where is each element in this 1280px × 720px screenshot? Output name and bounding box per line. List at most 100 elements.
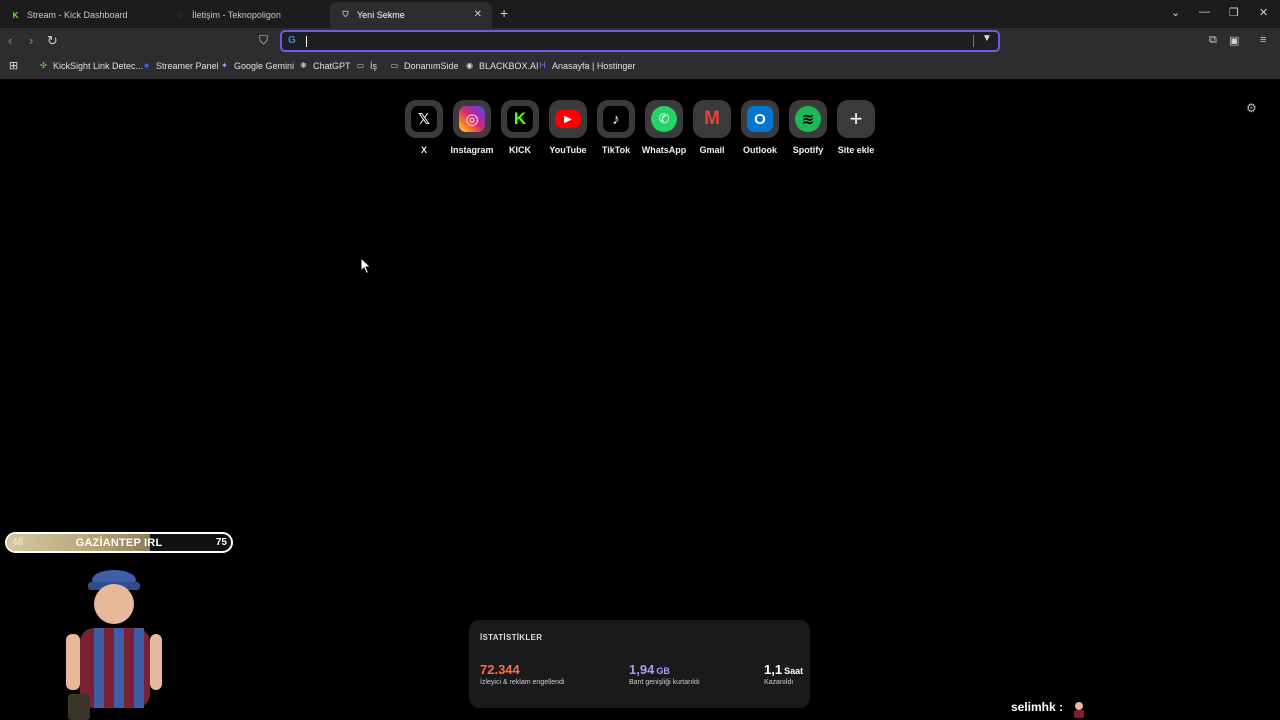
loading-icon: ◌ bbox=[178, 10, 183, 20]
tab-strip: K Stream - Kick Dashboard ◌ İletişim - T… bbox=[0, 0, 1280, 28]
back-icon[interactable]: ‹ bbox=[8, 33, 12, 48]
gear-icon[interactable]: ⚙ bbox=[1246, 101, 1257, 115]
stat-desc: Kazanıldı bbox=[764, 679, 794, 686]
bookmark-google-gemini[interactable]: ✦ Google Gemini bbox=[219, 60, 294, 71]
hostinger-icon: H bbox=[539, 61, 546, 70]
tab-title: Yeni Sekme bbox=[357, 10, 405, 20]
stat-blocked: 72.344 İzleyici & reklam engellendi bbox=[480, 662, 564, 686]
bookmark-folder-is[interactable]: ▭ İş bbox=[355, 60, 377, 71]
shortcut-label: Gmail bbox=[699, 145, 725, 155]
bookmark-hostinger[interactable]: H Anasayfa | Hostinger bbox=[537, 60, 636, 71]
stats-heading: İSTATİSTİKLER bbox=[480, 633, 543, 642]
window-close-icon[interactable]: ✕ bbox=[1259, 6, 1268, 19]
tab-teknopoligon[interactable]: ◌ İletişim - Teknopoligon bbox=[165, 2, 330, 28]
bookmark-kicksight[interactable]: ✣ KickSight Link Detec... bbox=[38, 60, 143, 71]
instagram-icon: ◎ bbox=[459, 106, 485, 132]
stat-unit: Saat bbox=[784, 666, 804, 676]
minimize-icon[interactable]: — bbox=[1199, 6, 1210, 18]
stat-value: 72.344 bbox=[480, 662, 564, 677]
shortcut-label: X bbox=[420, 145, 427, 155]
tiktok-icon: ♪ bbox=[603, 106, 629, 132]
spotify-icon: ≋ bbox=[795, 106, 821, 132]
shortcut-label: KICK bbox=[509, 145, 531, 155]
bookmark-label: KickSight Link Detec... bbox=[53, 60, 144, 71]
new-tab-icon[interactable]: + bbox=[500, 5, 508, 21]
shortcut-label: YouTube bbox=[549, 145, 587, 155]
menu-icon[interactable]: ≡ bbox=[1260, 34, 1266, 46]
stat-number: 1,94 bbox=[629, 662, 655, 677]
wallet-icon[interactable]: ▣ bbox=[1229, 34, 1239, 47]
tab-search-icon[interactable]: ⌄ bbox=[1171, 6, 1180, 19]
shortcut-add-site[interactable]: + Site ekle bbox=[832, 100, 880, 155]
goal-target: 75 bbox=[215, 537, 227, 548]
bookmark-label: Anasayfa | Hostinger bbox=[552, 60, 636, 71]
stat-number: 1,1 bbox=[764, 662, 783, 677]
tab-kick-dashboard[interactable]: K Stream - Kick Dashboard bbox=[0, 2, 165, 28]
stat-value: 1,94 GB bbox=[629, 662, 700, 677]
bookmark-label: İş bbox=[370, 60, 378, 71]
shortcut-whatsapp[interactable]: ✆ WhatsApp bbox=[640, 100, 688, 155]
streamer-avatar bbox=[66, 570, 162, 720]
chat-avatar-icon bbox=[1074, 702, 1084, 718]
x-icon: 𝕏 bbox=[411, 106, 437, 132]
kick-icon: K bbox=[12, 10, 19, 20]
shortcut-instagram[interactable]: ◎ Instagram bbox=[448, 100, 496, 155]
address-bar[interactable]: G ▼ bbox=[280, 30, 1000, 52]
stat-value: 1,1 Saat bbox=[764, 662, 803, 677]
stat-bandwidth: 1,94 GB Bant genişliği kurtarıldı bbox=[629, 662, 700, 686]
bookmark-icon[interactable]: ⛉ bbox=[259, 33, 268, 48]
shortcut-label: Instagram bbox=[450, 145, 494, 155]
bookmark-streamer-panel[interactable]: ■ Streamer Panel bbox=[141, 60, 219, 71]
bookmark-label: BLACKBOX.AI bbox=[479, 60, 539, 71]
bookmark-blackbox[interactable]: ◉ BLACKBOX.AI bbox=[464, 60, 539, 71]
tab-title: Stream - Kick Dashboard bbox=[27, 10, 128, 20]
url-input[interactable] bbox=[310, 33, 950, 49]
apps-grid-icon[interactable]: ⊞ bbox=[8, 60, 23, 72]
tab-title: İletişim - Teknopoligon bbox=[192, 10, 281, 20]
bookmark-label: Streamer Panel bbox=[156, 60, 219, 71]
youtube-icon: ▶ bbox=[555, 110, 581, 128]
shortcut-x[interactable]: 𝕏 X bbox=[400, 100, 448, 155]
stats-card: İSTATİSTİKLER 72.344 İzleyici & reklam e… bbox=[469, 620, 810, 708]
shortcut-youtube[interactable]: ▶ YouTube bbox=[544, 100, 592, 155]
stat-unit: GB bbox=[656, 666, 670, 676]
shortcut-tiktok[interactable]: ♪ TikTok bbox=[592, 100, 640, 155]
tab-new-tab[interactable]: ⛉ Yeni Sekme ✕ bbox=[330, 2, 492, 28]
kick-icon: K bbox=[507, 106, 533, 132]
divider bbox=[973, 35, 974, 47]
stat-number: 72.344 bbox=[480, 662, 520, 677]
forward-icon[interactable]: › bbox=[29, 33, 33, 48]
mouse-cursor-icon bbox=[360, 257, 372, 275]
chatgpt-icon: ❋ bbox=[300, 61, 307, 70]
brave-shield-icon[interactable]: ▼ bbox=[982, 33, 992, 44]
shortcut-label: Site ekle bbox=[837, 145, 875, 155]
extensions-icon[interactable]: ⧉ bbox=[1209, 34, 1217, 47]
shortcut-outlook[interactable]: O Outlook bbox=[736, 100, 784, 155]
whatsapp-icon: ✆ bbox=[651, 106, 677, 132]
bookmark-label: ChatGPT bbox=[313, 60, 351, 71]
bookmark-label: Google Gemini bbox=[234, 60, 295, 71]
folder-icon: ▭ bbox=[356, 61, 365, 70]
bookmarks-bar: ⊞ ✣ KickSight Link Detec... ■ Streamer Pan… bbox=[0, 54, 1280, 79]
reload-icon[interactable]: ↻ bbox=[47, 33, 58, 49]
shortcut-kick[interactable]: K KICK bbox=[496, 100, 544, 155]
bookmark-label: DonanımSide bbox=[404, 60, 459, 71]
bookmark-chatgpt[interactable]: ❋ ChatGPT bbox=[298, 60, 351, 71]
stat-desc: İzleyici & reklam engellendi bbox=[480, 679, 565, 686]
plus-icon: + bbox=[849, 106, 863, 131]
blackbox-icon: ◉ bbox=[466, 61, 473, 70]
outlook-icon: O bbox=[747, 106, 773, 132]
shortcut-label: TikTok bbox=[601, 145, 631, 155]
toolbar: ‹ › ↻ ⛉ G ▼ ⧉ ▣ ≡ bbox=[0, 28, 1280, 54]
restore-icon[interactable]: ❐ bbox=[1229, 6, 1239, 19]
goal-title: GAZİANTEP IRL bbox=[75, 537, 163, 549]
shortcut-label: Outlook bbox=[743, 145, 777, 155]
kicksight-icon: ✣ bbox=[40, 61, 47, 70]
shortcut-gmail[interactable]: M Gmail bbox=[688, 100, 736, 155]
stream-goal-bar: 48 GAZİANTEP IRL 75 bbox=[5, 532, 233, 553]
close-tab-icon[interactable]: ✕ bbox=[474, 9, 482, 20]
bookmark-folder-donanimside[interactable]: ▭ DonanımSide bbox=[389, 60, 459, 71]
shortcut-label: Spotify bbox=[792, 145, 824, 155]
gmail-icon: M bbox=[704, 108, 720, 129]
shortcut-spotify[interactable]: ≋ Spotify bbox=[784, 100, 832, 155]
